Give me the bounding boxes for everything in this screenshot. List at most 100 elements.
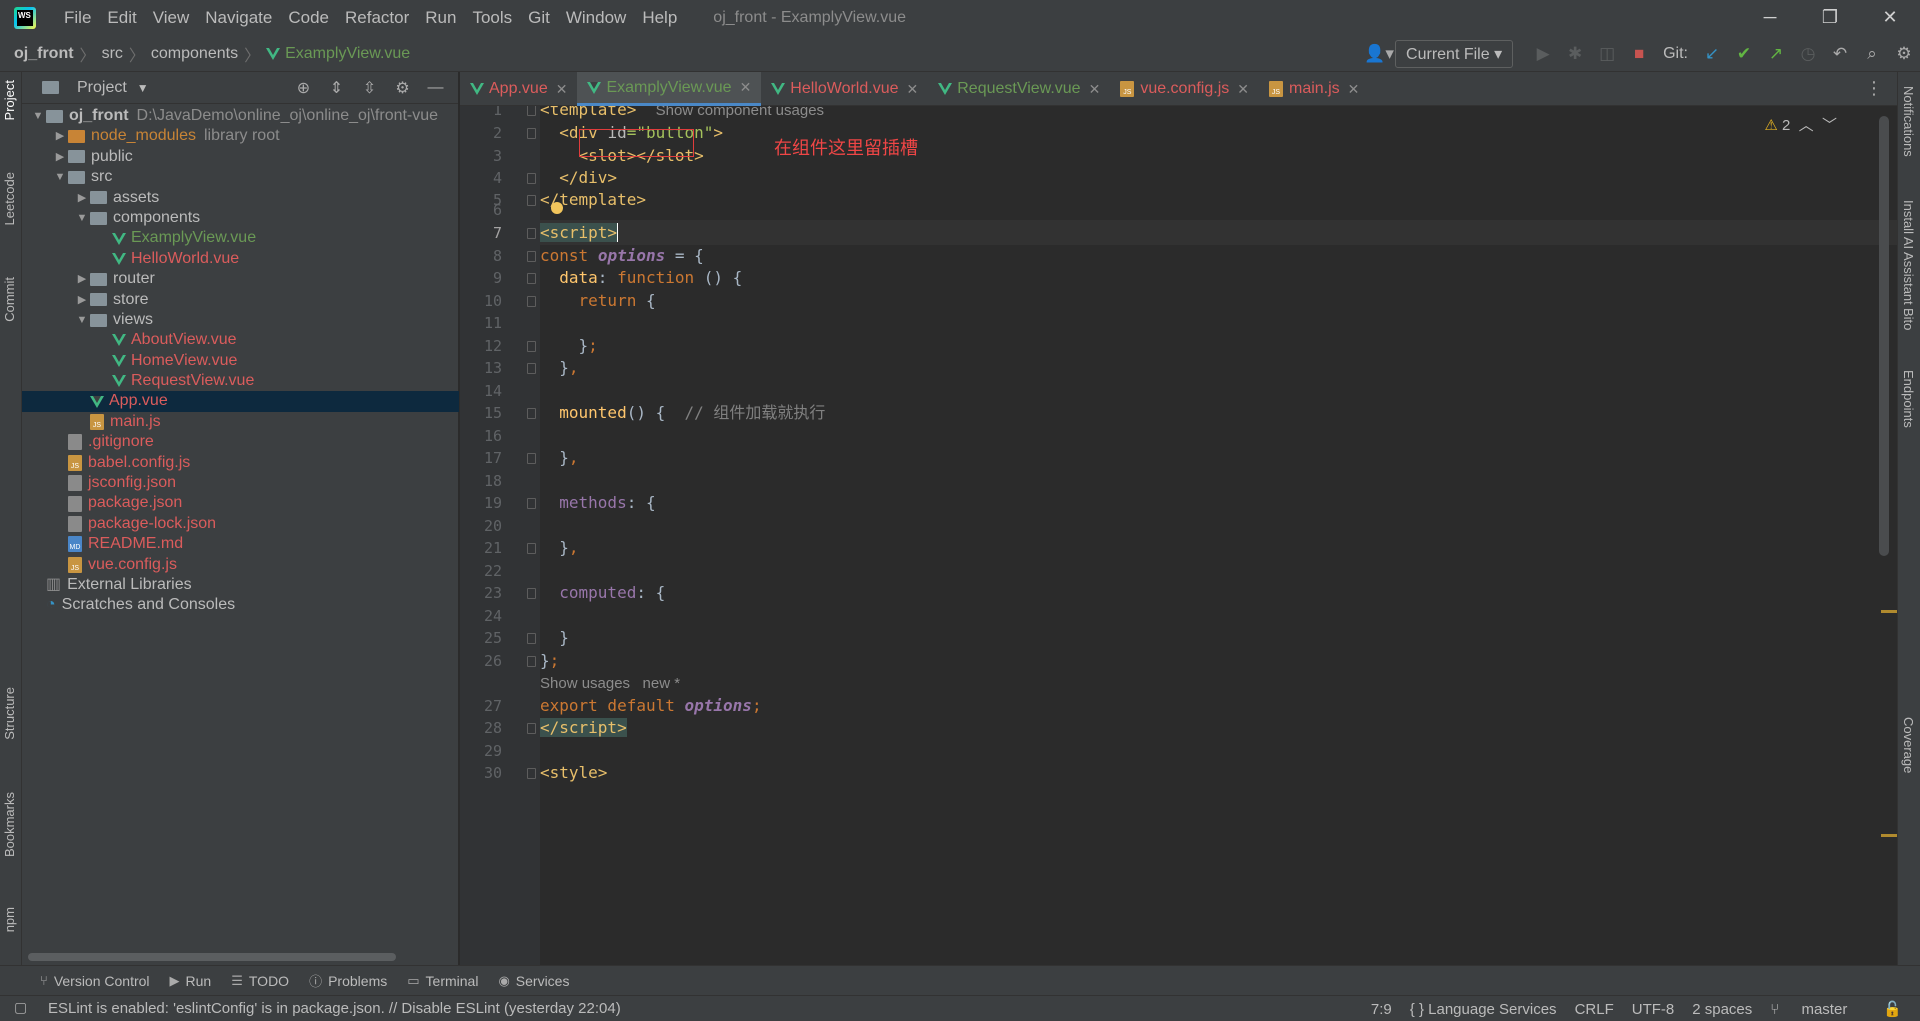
breadcrumb-project[interactable]: oj_front [14, 45, 74, 63]
menu-item-file[interactable]: File [56, 0, 99, 36]
file-encoding[interactable]: UTF-8 [1632, 1001, 1675, 1018]
fold-marker-icon[interactable] [527, 106, 536, 116]
git-commit-icon[interactable]: ✔ [1728, 44, 1760, 64]
locate-icon[interactable]: ⊕ [287, 78, 320, 98]
menu-item-code[interactable]: Code [280, 0, 337, 36]
panel-toggle-icon[interactable]: ▢ [14, 999, 27, 1016]
fold-marker-icon[interactable] [527, 363, 536, 374]
bito-tool-tab[interactable]: Bito [1901, 308, 1916, 330]
fold-marker-icon[interactable] [527, 633, 536, 644]
rollback-icon[interactable]: ↶ [1824, 44, 1856, 64]
run-icon[interactable]: ▶ [1527, 44, 1559, 64]
tree-item[interactable]: ▶ node_modules library root [22, 126, 459, 146]
fold-marker-icon[interactable] [527, 341, 536, 352]
tree-item[interactable]: App.vue [22, 391, 459, 412]
tree-item[interactable]: jsconfig.json [22, 473, 459, 493]
terminal-tab[interactable]: ▭ Terminal [407, 973, 478, 989]
breadcrumb-file[interactable]: ExamplyView.vue [285, 45, 410, 63]
ai-assistant-tool-tab[interactable]: Install AI Assistant [1901, 200, 1916, 305]
chevron-right-icon[interactable]: ▶ [52, 147, 68, 167]
chevron-down-icon[interactable]: ▼ [74, 208, 90, 228]
tree-item[interactable]: ▼ src [22, 167, 459, 187]
project-panel-title[interactable]: Project [77, 79, 127, 97]
lock-icon[interactable]: 🔓 [1883, 1000, 1902, 1018]
fold-marker-icon[interactable] [527, 588, 536, 599]
chevron-down-icon[interactable]: ▼ [52, 167, 68, 187]
tree-item[interactable]: ▼ views [22, 310, 459, 330]
debug-icon[interactable]: ✱ [1559, 44, 1591, 64]
bookmarks-tool-tab[interactable]: Bookmarks [2, 792, 17, 857]
chevron-right-icon[interactable]: ▶ [52, 126, 68, 146]
tree-item[interactable]: ▶ assets [22, 188, 459, 208]
leetcode-tool-tab[interactable]: Leetcode [2, 172, 17, 226]
tree-item[interactable]: JS vue.config.js [22, 555, 459, 575]
tree-item[interactable]: ▶ store [22, 290, 459, 310]
git-branch[interactable]: ⑂ master [1770, 1001, 1865, 1018]
fold-marker-icon[interactable] [527, 228, 536, 239]
tree-item[interactable]: HelloWorld.vue [22, 249, 459, 269]
menu-item-edit[interactable]: Edit [99, 0, 144, 36]
tree-item[interactable]: MD README.md [22, 534, 459, 554]
coverage-icon[interactable]: ◫ [1591, 44, 1623, 64]
chevron-right-icon[interactable]: ▶ [74, 188, 90, 208]
gear-icon[interactable]: ⚙ [386, 78, 419, 98]
tree-item[interactable]: ▥ External Libraries [22, 575, 459, 595]
endpoints-tool-tab[interactable]: Endpoints [1901, 370, 1916, 428]
intention-bulb-icon[interactable] [551, 202, 563, 214]
chevron-right-icon[interactable]: ▶ [74, 290, 90, 310]
git-push-icon[interactable]: ↗ [1760, 44, 1792, 64]
indent-setting[interactable]: 2 spaces [1692, 1001, 1752, 1018]
caret-position[interactable]: 7:9 [1371, 1001, 1392, 1018]
settings-icon[interactable]: ⚙ [1888, 44, 1920, 64]
fold-marker-icon[interactable] [527, 656, 536, 667]
version-control-tab[interactable]: ⑂ Version Control [40, 973, 150, 989]
tree-item[interactable]: ▼ components [22, 208, 459, 228]
tree-item[interactable]: ◔ Scratches and Consoles [22, 595, 459, 615]
history-icon[interactable]: ◷ [1792, 44, 1824, 64]
tree-item[interactable]: ▶ public [22, 147, 459, 167]
tree-item[interactable]: ExamplyView.vue [22, 228, 459, 248]
close-icon[interactable]: ✕ [1348, 81, 1360, 98]
expand-all-icon[interactable]: ⇕ [320, 78, 353, 98]
tree-item[interactable]: AboutView.vue [22, 330, 459, 350]
notifications-tool-tab[interactable]: Notifications [1901, 86, 1916, 157]
menu-item-navigate[interactable]: Navigate [197, 0, 280, 36]
problems-tab[interactable]: ⓘ Problems [309, 971, 387, 990]
component-usages-hint[interactable]: Show component usages [656, 106, 824, 119]
stop-icon[interactable]: ■ [1623, 44, 1655, 64]
fold-marker-icon[interactable] [527, 498, 536, 509]
more-tabs-icon[interactable]: ⋮ [1865, 78, 1883, 99]
menu-item-refactor[interactable]: Refactor [337, 0, 417, 36]
npm-tool-tab[interactable]: npm [2, 907, 17, 932]
breadcrumb-components[interactable]: components [151, 45, 238, 63]
warning-marker[interactable] [1881, 834, 1897, 837]
fold-marker-icon[interactable] [527, 768, 536, 779]
fold-marker-icon[interactable] [527, 273, 536, 284]
minimize-icon[interactable]: ─ [1740, 0, 1800, 36]
tree-item[interactable]: JS babel.config.js [22, 453, 459, 473]
menu-item-help[interactable]: Help [634, 0, 685, 36]
chevron-down-icon[interactable]: ▼ [137, 81, 149, 95]
user-icon[interactable]: 👤▾ [1363, 44, 1395, 64]
tree-item[interactable]: JS main.js [22, 412, 459, 432]
editor-tab[interactable]: RequestView.vue ✕ [928, 72, 1110, 106]
code-editor[interactable]: 1 2 3 4 5 6 7 8 9 10 11 12 13 14 15 16 17 18 19 20 21 22 23 24 2… [460, 106, 1897, 965]
close-icon[interactable]: ✕ [1237, 81, 1249, 98]
editor-tab[interactable]: JS vue.config.js ✕ [1110, 72, 1259, 106]
run-config-select[interactable]: Current File ▾ [1395, 40, 1514, 68]
fold-marker-icon[interactable] [527, 453, 536, 464]
menu-item-window[interactable]: Window [558, 0, 634, 36]
vertical-scrollbar[interactable] [1879, 116, 1889, 556]
close-icon[interactable]: ✕ [556, 81, 568, 98]
structure-tool-tab[interactable]: Structure [2, 687, 17, 740]
git-update-icon[interactable]: ↙ [1696, 44, 1728, 64]
fold-marker-icon[interactable] [527, 173, 536, 184]
menu-item-run[interactable]: Run [417, 0, 464, 36]
editor-tab[interactable]: HelloWorld.vue ✕ [761, 72, 928, 106]
restore-icon[interactable]: ❐ [1800, 0, 1860, 36]
app-logo-icon[interactable]: WS [14, 7, 36, 29]
coverage-tool-tab[interactable]: Coverage [1901, 717, 1916, 773]
hide-icon[interactable]: ― [419, 79, 452, 97]
todo-tab[interactable]: ☰ TODO [231, 973, 289, 989]
editor-tab[interactable]: JS main.js ✕ [1259, 72, 1369, 106]
